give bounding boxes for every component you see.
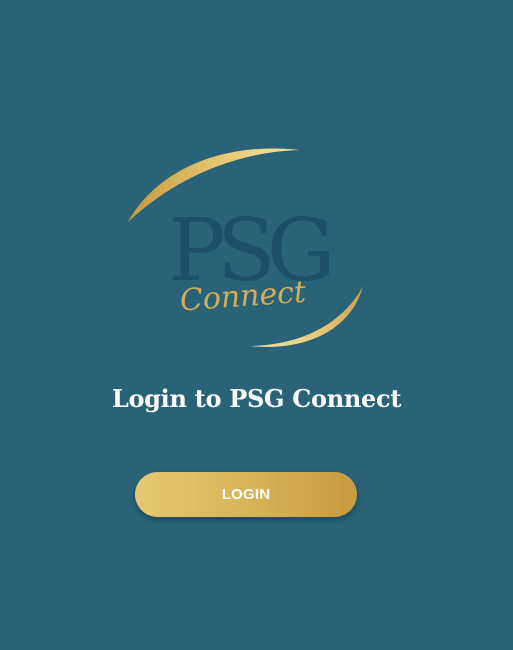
login-button[interactable]: LOGIN bbox=[135, 472, 357, 517]
login-screen: PSG Connect Login to PSG Connect LOGIN bbox=[0, 0, 513, 650]
psg-connect-logo-icon: PSG Connect bbox=[128, 148, 363, 347]
logo-script: Connect bbox=[179, 275, 308, 319]
page-title: Login to PSG Connect bbox=[111, 384, 402, 413]
psg-connect-logo: PSG Connect bbox=[120, 140, 380, 365]
